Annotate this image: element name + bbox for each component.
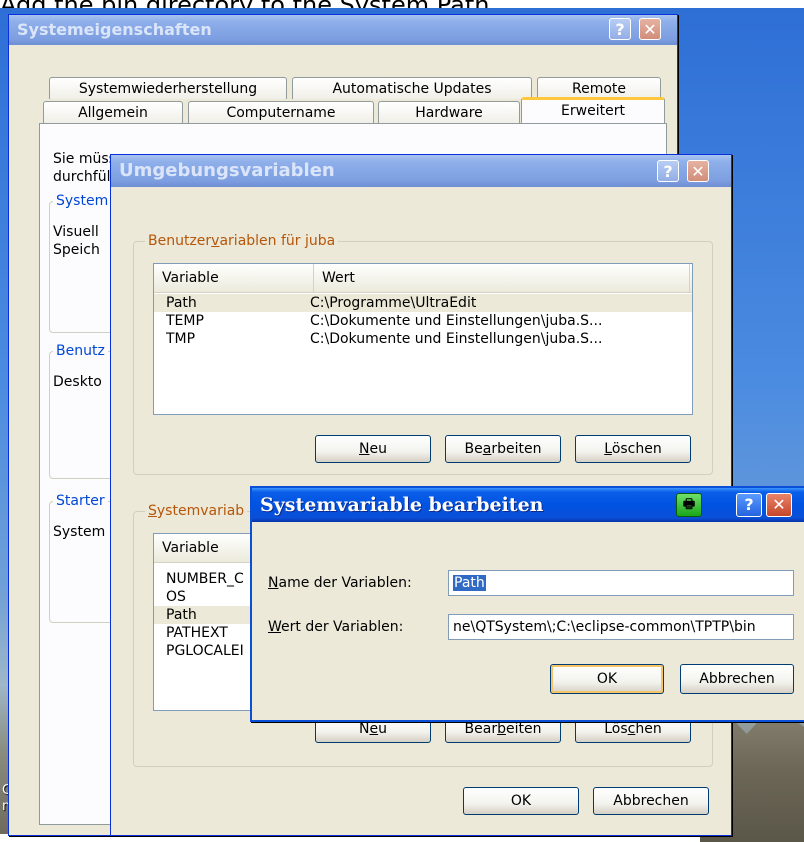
edit-system-variable-dialog: Systemvariable bearbeiten 🖶 ? ✕ Name der… [250,486,804,722]
table-row[interactable]: TMP C:\Dokumente und Einstellungen\juba.… [154,330,692,348]
label-accel: e [369,721,379,737]
ok-button[interactable]: OK [550,664,664,694]
label-part: Lös [604,721,628,737]
label-part: ystemvariab [156,503,245,519]
intro-text-line2: durchfül [53,169,111,185]
value-field-value: ne\QTSystem\;C:\eclipse-common\TPTP\bin [453,619,756,635]
label-part: Bear [464,721,498,737]
label-part: ert der Variablen: [281,619,404,635]
group-startup-label: Starter [53,493,108,509]
cancel-button[interactable]: Abbrechen [593,787,709,815]
label-part: N [359,721,370,737]
label-part: Benutzer [148,233,212,249]
tab-hardware[interactable]: Hardware [378,101,520,123]
column-header-variable[interactable]: Variable [154,264,314,292]
variable-cell: TMP [166,331,196,347]
system-properties-titlebar[interactable]: Systemeigenschaften [9,15,677,45]
label-part: rbeiten [491,441,542,457]
value-field[interactable]: ne\QTSystem\;C:\eclipse-common\TPTP\bin [448,614,794,640]
edit-system-variable-title: Systemvariable bearbeiten [260,494,544,516]
group-startup-text1: System [53,524,106,540]
system-variables-label: Systemvariab [145,503,248,519]
label-part: ame der Variablen: [278,575,412,591]
label-part: öschen [611,441,662,457]
help-icon[interactable]: ? [736,493,762,517]
value-cell: C:\Dokumente und Einstellungen\juba.S... [310,331,603,347]
label-accel: W [268,619,282,635]
help-icon[interactable]: ? [657,160,679,182]
group-performance-label: System [53,193,112,209]
user-variables-list[interactable]: Variable Wert Path C:\Programme\UltraEdi… [153,263,693,415]
column-header-value[interactable]: Wert [314,264,690,292]
label-part: eu [369,441,387,457]
group-user-profiles-label: Benutz [53,343,108,359]
value-cell: C:\Programme\UltraEdit [310,295,477,311]
value-label: Wert der Variablen: [268,618,403,636]
environment-variables-titlebar[interactable]: Umgebungsvariablen [111,155,731,187]
variable-cell: Path [166,295,197,311]
cancel-button[interactable]: Abbrechen [680,664,794,694]
name-label: Name der Variablen: [268,574,412,592]
tab-erweitert[interactable]: Erweitert [521,97,665,123]
user-edit-button[interactable]: Bearbeiten [445,435,561,463]
label-accel: N [359,441,370,457]
tab-systemwiederherstellung[interactable]: Systemwiederherstellung [49,77,287,99]
tab-automatische-updates[interactable]: Automatische Updates [292,77,532,99]
user-new-button[interactable]: Neu [315,435,431,463]
name-field-value: Path [453,575,486,591]
tab-remote[interactable]: Remote [537,77,661,99]
label-part: u [378,721,387,737]
list-header: Variable Wert [154,264,692,293]
label-part: hen [635,721,662,737]
intro-text-line1: Sie müss [53,151,116,167]
value-cell: C:\Dokumente und Einstellungen\juba.S... [310,313,603,329]
label-part: eiten [505,721,542,737]
table-row[interactable]: TEMP C:\Dokumente und Einstellungen\juba… [154,312,692,330]
group-user-profiles-text1: Deskto [53,374,102,390]
close-icon[interactable]: ✕ [639,18,661,40]
close-icon[interactable]: ✕ [766,493,792,517]
label-part: ariablen für juba [219,233,336,249]
printer-icon[interactable]: 🖶 [676,493,702,517]
label-accel: b [497,721,506,737]
variable-cell: TEMP [166,313,204,329]
ok-button[interactable]: OK [463,787,579,815]
tab-computername[interactable]: Computername [188,101,374,123]
user-variables-label: Benutzervariablen für juba [145,233,339,249]
group-performance-text2: Speich [53,242,100,258]
label-accel: N [268,575,279,591]
label-accel: S [148,503,157,519]
close-icon[interactable]: ✕ [687,160,709,182]
user-delete-button[interactable]: Löschen [575,435,691,463]
system-properties-title: Systemeigenschaften [17,20,212,39]
environment-variables-title: Umgebungsvariablen [119,160,335,181]
tab-allgemein[interactable]: Allgemein [43,101,183,123]
name-field[interactable]: Path [448,570,794,596]
help-icon[interactable]: ? [609,18,631,40]
group-performance-text1: Visuell [53,224,99,240]
edit-system-variable-titlebar[interactable]: Systemvariable bearbeiten [252,488,804,522]
label-part: Be [464,441,483,457]
label-accel: L [604,441,612,457]
table-row[interactable]: Path C:\Programme\UltraEdit [154,294,692,312]
